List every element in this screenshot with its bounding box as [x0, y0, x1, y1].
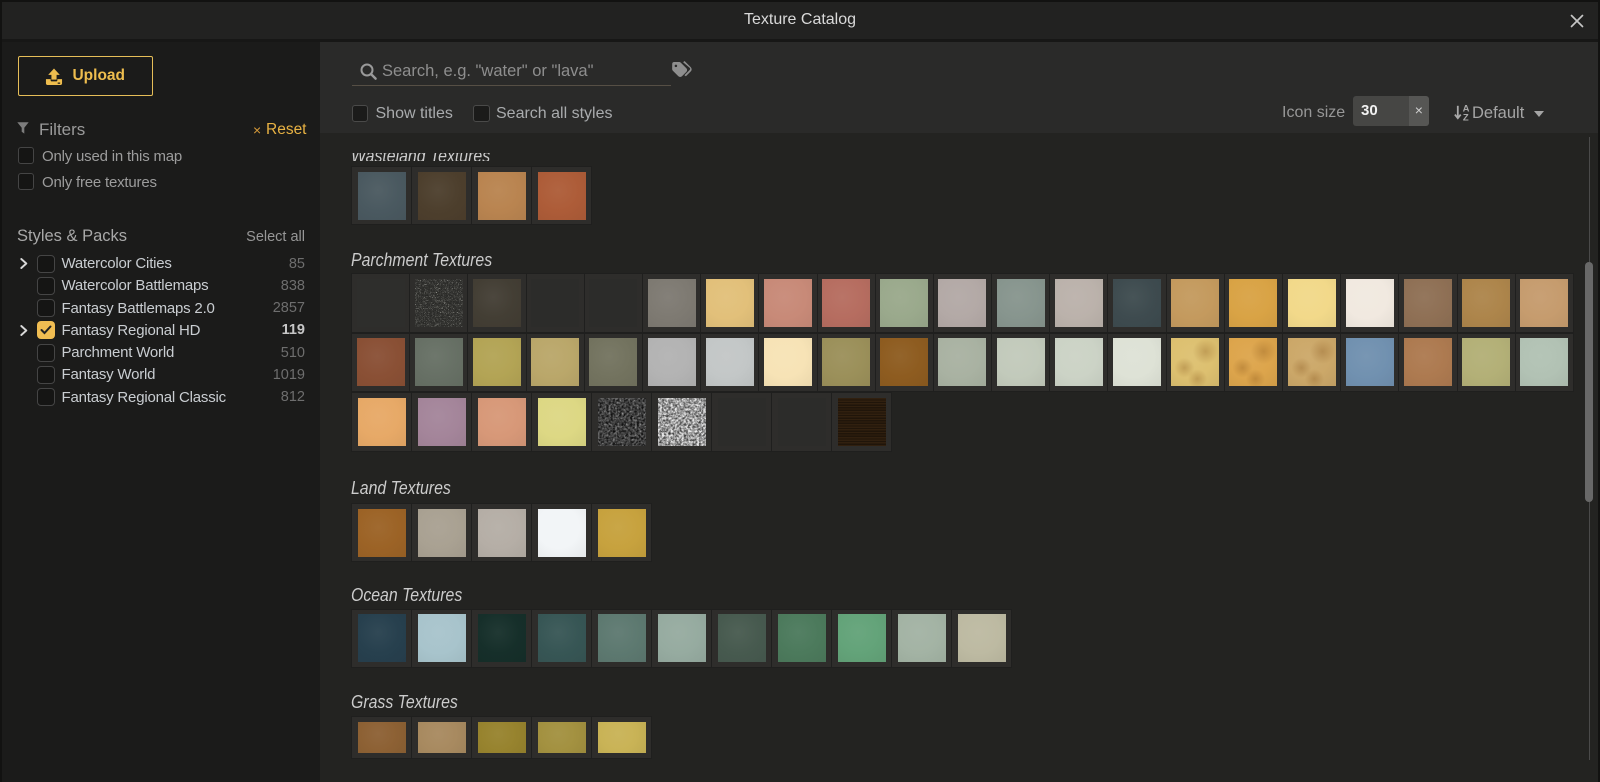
svg-text:Z: Z — [1463, 112, 1469, 121]
